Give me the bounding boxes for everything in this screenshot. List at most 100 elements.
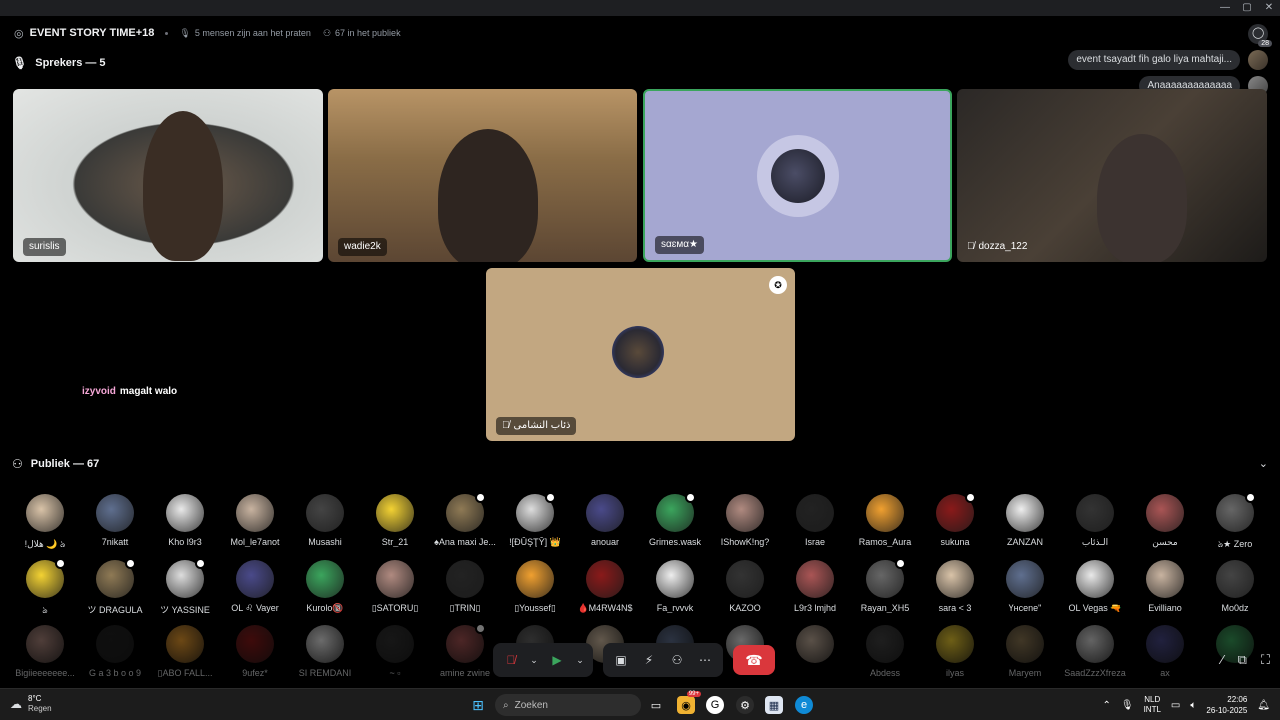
audience-member[interactable]: Evilliano xyxy=(1130,560,1200,613)
language-indicator[interactable]: NLD INTL xyxy=(1144,695,1161,715)
screen-share-button[interactable]: ▣ xyxy=(609,648,633,672)
speaker-tile[interactable]: ✪ 🎙̸ ذئاب النشامى xyxy=(486,268,795,441)
speaker-tile[interactable]: surislis xyxy=(13,89,323,262)
audience-member[interactable]: محسن xyxy=(1130,494,1200,548)
audience-member[interactable]: OL Vegas 🔫 xyxy=(1060,560,1130,614)
audience-member[interactable]: ঌ xyxy=(10,558,80,618)
clock[interactable]: 22:06 26-10-2025 xyxy=(1206,694,1247,716)
disconnect-button[interactable]: ☎ xyxy=(733,645,775,675)
discord-icon[interactable]: ◉ 99+ xyxy=(677,691,701,714)
speaker-tile[interactable]: wadie2k xyxy=(328,89,637,262)
audience-member-name: Str_21 xyxy=(381,537,409,547)
audience-member[interactable]: Kho l9r3 xyxy=(150,494,220,547)
chevron-up-icon[interactable]: ⌃ xyxy=(1102,700,1110,711)
edge-icon[interactable]: e xyxy=(795,696,813,714)
search-input[interactable]: ⌕ Zoeken xyxy=(495,694,641,716)
audience-member[interactable]: amine zwine xyxy=(430,623,500,678)
audience-member[interactable]: sukuna xyxy=(920,492,990,547)
task-view-icon[interactable]: ▭ xyxy=(647,696,665,714)
camera-button[interactable]: ▶ xyxy=(545,648,569,672)
mic-muted-button[interactable]: 🎙̸ xyxy=(499,648,523,672)
audience-member[interactable]: Kurolo🔞 xyxy=(290,560,360,614)
more-options-button[interactable]: ⋯ xyxy=(693,648,717,672)
audience-member[interactable]: OL ♌ Vayer xyxy=(220,560,290,614)
audience-member[interactable]: Israe xyxy=(780,494,850,547)
audience-member[interactable]: Str_21 xyxy=(360,494,430,547)
close-icon[interactable]: ✕ xyxy=(1258,0,1280,16)
audience-member-name: IShowK!ng? xyxy=(720,537,770,547)
avatar xyxy=(446,492,486,532)
audience-member[interactable]: ~ ▫ xyxy=(360,625,430,678)
audience-member[interactable]: ツ YASSINE xyxy=(150,558,220,616)
audience-member[interactable]: 🩸M4RW4N$ xyxy=(570,560,640,614)
audience-member[interactable]: SI REMDANI xyxy=(290,625,360,678)
audience-member[interactable]: IShowK!ng? xyxy=(710,494,780,547)
audience-member[interactable]: Rayan_XH5 xyxy=(850,558,920,613)
audience-member-name: ZANZAN xyxy=(1007,537,1043,547)
speaker-tile[interactable]: 🎙̸ dozza_122 xyxy=(957,89,1267,262)
audience-member[interactable]: ▯SATORU▯ xyxy=(360,560,430,614)
audience-member[interactable]: Mo0dz xyxy=(1200,560,1270,613)
audience-member[interactable]: ツ DRAGULA xyxy=(80,558,150,616)
action-group: ▣ ⚡ ⚇ ⋯ xyxy=(603,643,723,677)
weather-widget[interactable]: ☁ 8°C Regen xyxy=(10,694,52,714)
audience-member[interactable]: KAZOO xyxy=(710,560,780,613)
browser-icon[interactable]: ⚙ xyxy=(736,696,754,714)
audience-member[interactable]: ♠Ana maxi Je... xyxy=(430,492,500,547)
audience-member[interactable]: Bigiieeeeeee... xyxy=(10,625,80,678)
audience-member[interactable]: 7nikatt xyxy=(80,494,150,547)
audience-member[interactable]: L9r3 lmjhd xyxy=(780,560,850,613)
hide-names-icon[interactable]: ⁄ xyxy=(1221,652,1223,668)
audience-member[interactable] xyxy=(780,625,850,668)
audience-member[interactable]: Grimes.wask xyxy=(640,492,710,547)
audience-member[interactable]: ![ĐŪŞŢŶ] 👑 xyxy=(500,492,570,548)
chevron-down-icon[interactable]: ⌄ xyxy=(1259,457,1268,470)
avatar[interactable] xyxy=(1248,50,1268,70)
popout-icon[interactable]: ⧉ xyxy=(1238,652,1247,668)
avatar xyxy=(1146,560,1184,598)
audience-member-name: Evilliano xyxy=(1148,603,1182,613)
app-icon[interactable]: ▦ xyxy=(765,696,783,714)
audience-member[interactable]: Abdess xyxy=(850,625,920,678)
chevron-down-icon[interactable]: ⌄ xyxy=(573,648,587,672)
audience-member[interactable]: G a 3 b o o 9 xyxy=(80,625,150,678)
audience-member[interactable]: 9ufez* xyxy=(220,625,290,678)
start-icon[interactable]: ⊞ xyxy=(469,696,487,714)
audience-member[interactable]: ▯Youssef▯ xyxy=(500,560,570,614)
invite-button[interactable]: ⚇ xyxy=(665,648,689,672)
audience-member[interactable]: ilyas xyxy=(920,625,990,678)
activities-button[interactable]: ⚡ xyxy=(637,648,661,672)
audience-member[interactable]: anouar xyxy=(570,494,640,547)
audience-member[interactable]: Musashi xyxy=(290,494,360,547)
audience-member[interactable]: Mol_le7anot xyxy=(220,494,290,547)
language-secondary: INTL xyxy=(1143,705,1161,714)
audience-member[interactable]: sara < 3 xyxy=(920,560,990,613)
audience-member[interactable]: الـذئاب xyxy=(1060,494,1130,548)
avatar xyxy=(586,560,624,598)
audience-member[interactable]: ঌ★ Zero xyxy=(1200,492,1270,552)
audience-member[interactable]: !هلال 🌙 ঌ xyxy=(10,494,80,552)
app-icon[interactable]: G xyxy=(706,696,724,714)
inbox-button[interactable]: ◯ 28 xyxy=(1248,24,1272,47)
chat-username[interactable]: izyvoid xyxy=(82,386,116,397)
audience-member[interactable]: Fa_rvvvk xyxy=(640,560,710,613)
volume-icon[interactable]: 🔈︎ xyxy=(1190,700,1196,711)
audience-member[interactable]: Үнcene" xyxy=(990,560,1060,613)
mic-icon[interactable]: 🎙︎ xyxy=(1121,700,1134,711)
avatar xyxy=(1076,625,1114,663)
audience-member[interactable]: ▯TRIN▯ xyxy=(430,560,500,614)
audience-member[interactable]: Maryem xyxy=(990,625,1060,678)
maximize-icon[interactable]: ▢ xyxy=(1236,0,1258,16)
fullscreen-icon[interactable]: ⛶ xyxy=(1261,652,1270,668)
network-icon[interactable]: ▭ xyxy=(1171,700,1180,711)
notification-icon[interactable]: 🔔︎ xyxy=(1257,700,1270,711)
audience-member[interactable]: Ramos_Aura xyxy=(850,494,920,547)
chevron-down-icon[interactable]: ⌄ xyxy=(527,648,541,672)
avatar xyxy=(866,494,904,532)
minimize-icon[interactable]: — xyxy=(1214,0,1236,16)
audience-member[interactable]: ▯ABO FALL... xyxy=(150,625,220,679)
audience-member[interactable]: SaadZzzXfreza xyxy=(1060,625,1130,678)
audience-member[interactable]: ZANZAN xyxy=(990,494,1060,547)
speaker-tile-active[interactable]: sαɛмα★ xyxy=(643,89,952,262)
audience-member[interactable]: ax xyxy=(1130,625,1200,678)
